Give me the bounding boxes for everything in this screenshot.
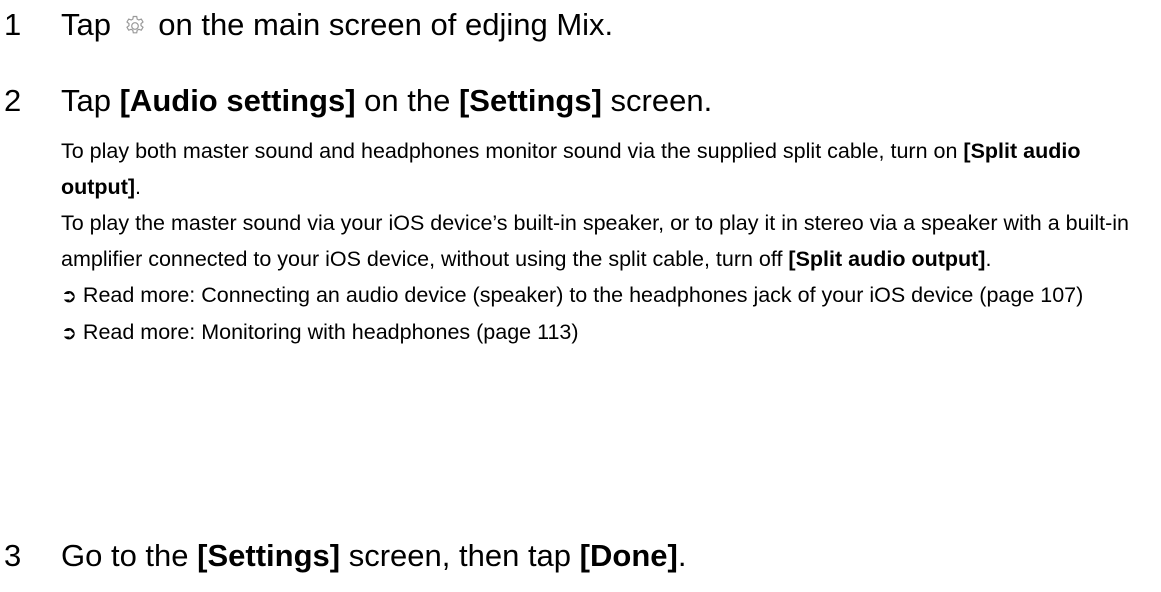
step-heading: Go to the [Settings] screen, then tap [D… [61,536,686,576]
step-heading: Tap on the main screen of edjing Mix. [61,5,613,45]
paragraph: To play both master sound and headphones… [61,133,1151,205]
heading-text: on the main screen of edjing Mix. [158,7,614,42]
step-heading: Tap [Audio settings] on the [Settings] s… [61,81,712,121]
audio-settings-label: [Audio settings] [119,83,356,118]
gear-icon [123,8,147,34]
step-number: 2 [4,83,22,118]
punctuation: . [677,538,687,573]
heading-text: screen. [610,83,713,118]
arrow-icon: ➲ [61,322,77,344]
done-label: [Done] [579,538,678,573]
read-more-link[interactable]: ➲ Read more: Monitoring with headphones (… [61,314,1151,351]
link-text[interactable]: Read more: Connecting an audio device (s… [83,283,1083,307]
heading-text: Tap [61,7,111,42]
read-more-link[interactable]: ➲ Read more: Connecting an audio device (… [61,277,1151,314]
arrow-icon: ➲ [61,285,77,307]
punctuation: . [985,247,992,271]
split-audio-output-label: [Split audio output] [788,247,986,271]
step-number: 1 [4,7,22,42]
step-body: To play both master sound and headphones… [61,133,1151,351]
heading-text: Go to the [61,538,189,573]
heading-text: Tap [61,83,111,118]
punctuation: . [135,175,141,199]
heading-text: screen, then tap [348,538,572,573]
heading-text: on the [364,83,451,118]
step-number: 3 [4,538,22,573]
settings-label: [Settings] [197,538,341,573]
settings-label: [Settings] [458,83,602,118]
paragraph-text: To play both master sound and headphones… [61,139,958,163]
paragraph: To play the master sound via your iOS de… [61,205,1151,277]
link-text[interactable]: Read more: Monitoring with headphones (p… [83,320,579,344]
